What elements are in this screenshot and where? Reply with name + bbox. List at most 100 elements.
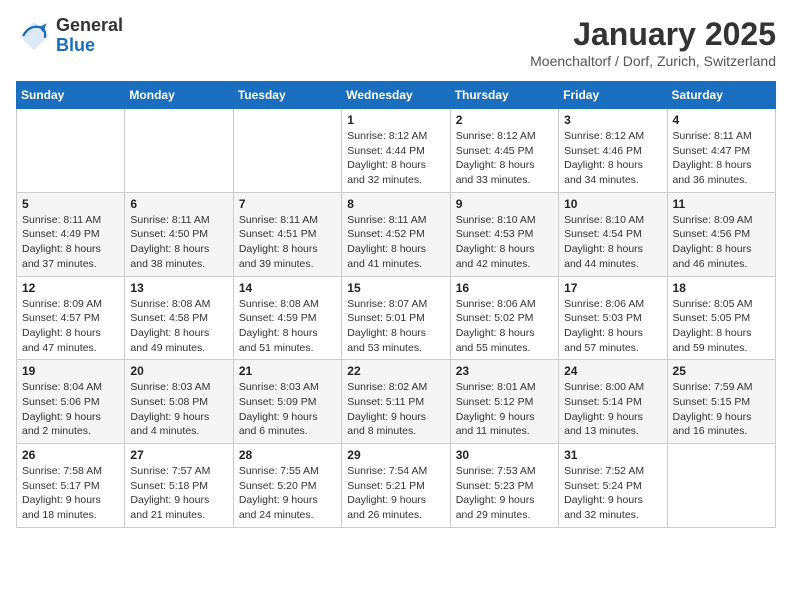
day-info: Sunrise: 7:53 AM Sunset: 5:23 PM Dayligh… [456, 464, 553, 523]
day-number: 14 [239, 281, 336, 295]
calendar-header: SundayMondayTuesdayWednesdayThursdayFrid… [17, 82, 776, 109]
calendar-cell: 19 Sunrise: 8:04 AM Sunset: 5:06 PM Dayli… [17, 360, 125, 444]
calendar-cell: 14 Sunrise: 8:08 AM Sunset: 4:59 PM Dayli… [233, 276, 341, 360]
day-info: Sunrise: 7:58 AM Sunset: 5:17 PM Dayligh… [22, 464, 119, 523]
day-info: Sunrise: 8:03 AM Sunset: 5:08 PM Dayligh… [130, 380, 227, 439]
logo-general-text: General [56, 16, 123, 36]
day-info: Sunrise: 8:06 AM Sunset: 5:02 PM Dayligh… [456, 297, 553, 356]
calendar-cell: 6Sunrise: 8:11 AM Sunset: 4:50 PM Daylig… [125, 192, 233, 276]
calendar-cell [17, 109, 125, 193]
header-day-thursday: Thursday [450, 82, 558, 109]
day-number: 9 [456, 197, 553, 211]
day-number: 2 [456, 113, 553, 127]
calendar-cell: 3 Sunrise: 8:12 AM Sunset: 4:46 PM Daylig… [559, 109, 667, 193]
calendar-cell: 12 Sunrise: 8:09 AM Sunset: 4:57 PM Dayli… [17, 276, 125, 360]
calendar-cell: 8 Sunrise: 8:11 AM Sunset: 4:52 PM Daylig… [342, 192, 450, 276]
week-row-4: 19 Sunrise: 8:04 AM Sunset: 5:06 PM Dayli… [17, 360, 776, 444]
day-info: Sunrise: 8:10 AM Sunset: 4:53 PM Dayligh… [456, 213, 553, 272]
day-number: 18 [673, 281, 770, 295]
day-info: Sunrise: 8:10 AM Sunset: 4:54 PM Dayligh… [564, 213, 661, 272]
calendar-cell: 26 Sunrise: 7:58 AM Sunset: 5:17 PM Dayli… [17, 444, 125, 528]
header-row: SundayMondayTuesdayWednesdayThursdayFrid… [17, 82, 776, 109]
logo-text: General Blue [56, 16, 123, 56]
calendar-cell: 22 Sunrise: 8:02 AM Sunset: 5:11 PM Dayli… [342, 360, 450, 444]
day-info: Sunrise: 8:11 AM Sunset: 4:52 PM Dayligh… [347, 213, 444, 272]
calendar-body: 1Sunrise: 8:12 AM Sunset: 4:44 PM Daylig… [17, 109, 776, 528]
day-info: Sunrise: 8:00 AM Sunset: 5:14 PM Dayligh… [564, 380, 661, 439]
calendar-cell: 5Sunrise: 8:11 AM Sunset: 4:49 PM Daylig… [17, 192, 125, 276]
calendar-cell: 1Sunrise: 8:12 AM Sunset: 4:44 PM Daylig… [342, 109, 450, 193]
day-info: Sunrise: 8:11 AM Sunset: 4:47 PM Dayligh… [673, 129, 770, 188]
header-day-saturday: Saturday [667, 82, 775, 109]
day-info: Sunrise: 8:12 AM Sunset: 4:46 PM Dayligh… [564, 129, 661, 188]
day-info: Sunrise: 8:02 AM Sunset: 5:11 PM Dayligh… [347, 380, 444, 439]
week-row-3: 12 Sunrise: 8:09 AM Sunset: 4:57 PM Dayli… [17, 276, 776, 360]
calendar-cell: 29 Sunrise: 7:54 AM Sunset: 5:21 PM Dayli… [342, 444, 450, 528]
day-number: 4 [673, 113, 770, 127]
week-row-1: 1Sunrise: 8:12 AM Sunset: 4:44 PM Daylig… [17, 109, 776, 193]
calendar-table: SundayMondayTuesdayWednesdayThursdayFrid… [16, 81, 776, 528]
calendar-cell: 9 Sunrise: 8:10 AM Sunset: 4:53 PM Daylig… [450, 192, 558, 276]
calendar-cell: 23 Sunrise: 8:01 AM Sunset: 5:12 PM Dayli… [450, 360, 558, 444]
calendar-cell: 15Sunrise: 8:07 AM Sunset: 5:01 PM Dayli… [342, 276, 450, 360]
day-info: Sunrise: 8:05 AM Sunset: 5:05 PM Dayligh… [673, 297, 770, 356]
week-row-5: 26 Sunrise: 7:58 AM Sunset: 5:17 PM Dayli… [17, 444, 776, 528]
day-info: Sunrise: 8:04 AM Sunset: 5:06 PM Dayligh… [22, 380, 119, 439]
day-number: 13 [130, 281, 227, 295]
logo-blue-text: Blue [56, 36, 123, 56]
header-day-friday: Friday [559, 82, 667, 109]
day-number: 19 [22, 364, 119, 378]
day-number: 3 [564, 113, 661, 127]
calendar-cell: 4 Sunrise: 8:11 AM Sunset: 4:47 PM Daylig… [667, 109, 775, 193]
day-info: Sunrise: 8:01 AM Sunset: 5:12 PM Dayligh… [456, 380, 553, 439]
day-info: Sunrise: 8:09 AM Sunset: 4:56 PM Dayligh… [673, 213, 770, 272]
calendar-cell: 2 Sunrise: 8:12 AM Sunset: 4:45 PM Daylig… [450, 109, 558, 193]
day-number: 10 [564, 197, 661, 211]
day-number: 5 [22, 197, 119, 211]
day-number: 21 [239, 364, 336, 378]
day-info: Sunrise: 7:52 AM Sunset: 5:24 PM Dayligh… [564, 464, 661, 523]
day-number: 8 [347, 197, 444, 211]
day-info: Sunrise: 8:03 AM Sunset: 5:09 PM Dayligh… [239, 380, 336, 439]
calendar-cell [233, 109, 341, 193]
logo-icon [16, 18, 52, 54]
day-info: Sunrise: 8:11 AM Sunset: 4:51 PM Dayligh… [239, 213, 336, 272]
page-header: General Blue January 2025 Moenchaltorf /… [16, 16, 776, 69]
day-info: Sunrise: 7:57 AM Sunset: 5:18 PM Dayligh… [130, 464, 227, 523]
day-info: Sunrise: 8:12 AM Sunset: 4:45 PM Dayligh… [456, 129, 553, 188]
day-number: 30 [456, 448, 553, 462]
calendar-subtitle: Moenchaltorf / Dorf, Zurich, Switzerland [530, 53, 776, 69]
calendar-cell: 20Sunrise: 8:03 AM Sunset: 5:08 PM Dayli… [125, 360, 233, 444]
header-day-tuesday: Tuesday [233, 82, 341, 109]
calendar-cell: 16Sunrise: 8:06 AM Sunset: 5:02 PM Dayli… [450, 276, 558, 360]
day-info: Sunrise: 8:06 AM Sunset: 5:03 PM Dayligh… [564, 297, 661, 356]
calendar-cell: 25Sunrise: 7:59 AM Sunset: 5:15 PM Dayli… [667, 360, 775, 444]
day-info: Sunrise: 8:09 AM Sunset: 4:57 PM Dayligh… [22, 297, 119, 356]
header-day-wednesday: Wednesday [342, 82, 450, 109]
day-number: 31 [564, 448, 661, 462]
day-number: 29 [347, 448, 444, 462]
calendar-cell: 11Sunrise: 8:09 AM Sunset: 4:56 PM Dayli… [667, 192, 775, 276]
day-info: Sunrise: 8:08 AM Sunset: 4:58 PM Dayligh… [130, 297, 227, 356]
calendar-cell: 28 Sunrise: 7:55 AM Sunset: 5:20 PM Dayli… [233, 444, 341, 528]
day-number: 26 [22, 448, 119, 462]
calendar-cell: 17 Sunrise: 8:06 AM Sunset: 5:03 PM Dayli… [559, 276, 667, 360]
calendar-cell: 27Sunrise: 7:57 AM Sunset: 5:18 PM Dayli… [125, 444, 233, 528]
day-info: Sunrise: 8:08 AM Sunset: 4:59 PM Dayligh… [239, 297, 336, 356]
day-number: 24 [564, 364, 661, 378]
title-block: January 2025 Moenchaltorf / Dorf, Zurich… [530, 16, 776, 69]
day-number: 28 [239, 448, 336, 462]
day-number: 23 [456, 364, 553, 378]
day-number: 17 [564, 281, 661, 295]
day-number: 12 [22, 281, 119, 295]
day-info: Sunrise: 7:54 AM Sunset: 5:21 PM Dayligh… [347, 464, 444, 523]
logo: General Blue [16, 16, 123, 56]
day-info: Sunrise: 8:07 AM Sunset: 5:01 PM Dayligh… [347, 297, 444, 356]
day-number: 25 [673, 364, 770, 378]
header-day-sunday: Sunday [17, 82, 125, 109]
calendar-cell: 10 Sunrise: 8:10 AM Sunset: 4:54 PM Dayli… [559, 192, 667, 276]
day-info: Sunrise: 7:55 AM Sunset: 5:20 PM Dayligh… [239, 464, 336, 523]
day-number: 22 [347, 364, 444, 378]
calendar-cell [125, 109, 233, 193]
day-number: 7 [239, 197, 336, 211]
